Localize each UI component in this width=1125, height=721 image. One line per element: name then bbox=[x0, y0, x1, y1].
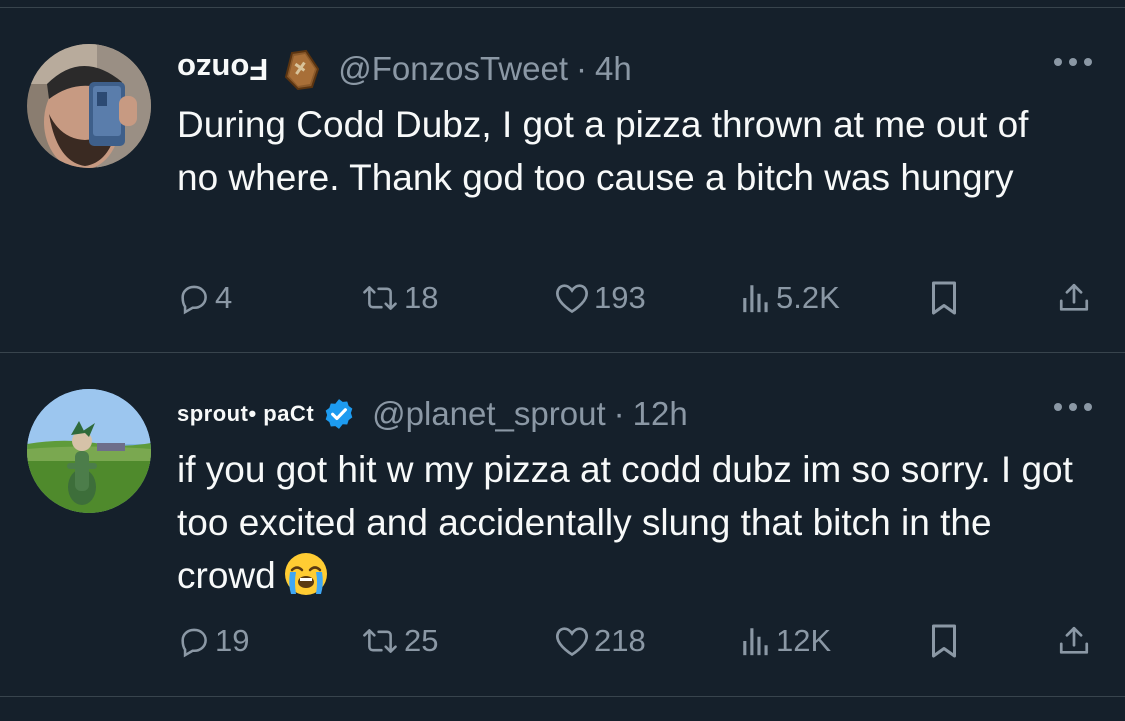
retweet-button[interactable]: 25 bbox=[360, 619, 438, 663]
bookmark-button[interactable] bbox=[929, 619, 959, 663]
tweet[interactable]: sprout• paCt @planet_sprout · 12h if you… bbox=[0, 353, 1125, 696]
views-button[interactable]: 12K bbox=[740, 619, 831, 663]
views-count: 5.2K bbox=[776, 280, 840, 315]
loudly-crying-face-emoji bbox=[284, 553, 327, 595]
coffin-icon bbox=[285, 49, 320, 91]
reply-button[interactable]: 4 bbox=[177, 276, 232, 320]
tweet-header: Fonzo @FonzosTweet · 4h bbox=[177, 44, 632, 94]
reply-count: 4 bbox=[215, 280, 233, 315]
views-button[interactable]: 5.2K bbox=[740, 276, 840, 320]
reply-icon bbox=[181, 285, 207, 315]
handle[interactable]: @planet_sprout bbox=[372, 395, 605, 433]
retweet-icon bbox=[363, 629, 397, 653]
bookmark-icon bbox=[932, 624, 956, 658]
display-name[interactable]: sprout• paCt bbox=[177, 401, 314, 427]
retweet-icon bbox=[363, 286, 397, 310]
more-icon[interactable] bbox=[1051, 52, 1095, 72]
reply-count: 19 bbox=[215, 623, 250, 658]
tweet-text: During Codd Dubz, I got a pizza thrown a… bbox=[177, 98, 1077, 204]
bookmark-icon bbox=[932, 281, 956, 315]
display-name[interactable]: Fonzo bbox=[177, 51, 268, 87]
like-count: 193 bbox=[594, 280, 646, 315]
retweet-count: 25 bbox=[404, 623, 439, 658]
separator: · bbox=[576, 50, 588, 87]
handle[interactable]: @FonzosTweet bbox=[338, 50, 568, 88]
heart-icon bbox=[556, 627, 588, 657]
reply-button[interactable]: 19 bbox=[177, 619, 249, 663]
avatar[interactable] bbox=[27, 44, 151, 168]
like-button[interactable]: 193 bbox=[554, 276, 646, 320]
timestamp[interactable]: 4h bbox=[595, 50, 632, 88]
action-bar: 19 25 218 12K bbox=[177, 619, 1097, 663]
retweet-count: 18 bbox=[404, 280, 439, 315]
retweet-button[interactable]: 18 bbox=[360, 276, 438, 320]
share-icon bbox=[1059, 626, 1089, 654]
action-bar: 4 18 193 5.2K bbox=[177, 276, 1097, 320]
avatar[interactable] bbox=[27, 389, 151, 513]
more-icon[interactable] bbox=[1051, 397, 1095, 417]
divider bbox=[0, 696, 1125, 697]
share-icon bbox=[1059, 283, 1089, 311]
views-count: 12K bbox=[776, 623, 832, 658]
bookmark-button[interactable] bbox=[929, 276, 959, 320]
heart-icon bbox=[556, 284, 588, 314]
tweet-header: sprout• paCt @planet_sprout · 12h bbox=[177, 389, 688, 439]
separator: · bbox=[613, 395, 625, 432]
verified-badge-icon bbox=[325, 399, 353, 429]
reply-icon bbox=[181, 628, 207, 658]
share-button[interactable] bbox=[1057, 276, 1091, 320]
timestamp[interactable]: 12h bbox=[633, 395, 688, 433]
share-button[interactable] bbox=[1057, 619, 1091, 663]
tweet-text: if you got hit w my pizza at codd dubz i… bbox=[177, 443, 1077, 602]
like-button[interactable]: 218 bbox=[554, 619, 646, 663]
like-count: 218 bbox=[594, 623, 646, 658]
views-icon bbox=[743, 285, 768, 313]
tweet[interactable]: Fonzo @FonzosTweet · 4h During Codd Dubz… bbox=[0, 8, 1125, 352]
views-icon bbox=[743, 628, 768, 656]
tweet-text-content: During Codd Dubz, I got a pizza thrown a… bbox=[177, 104, 1029, 198]
